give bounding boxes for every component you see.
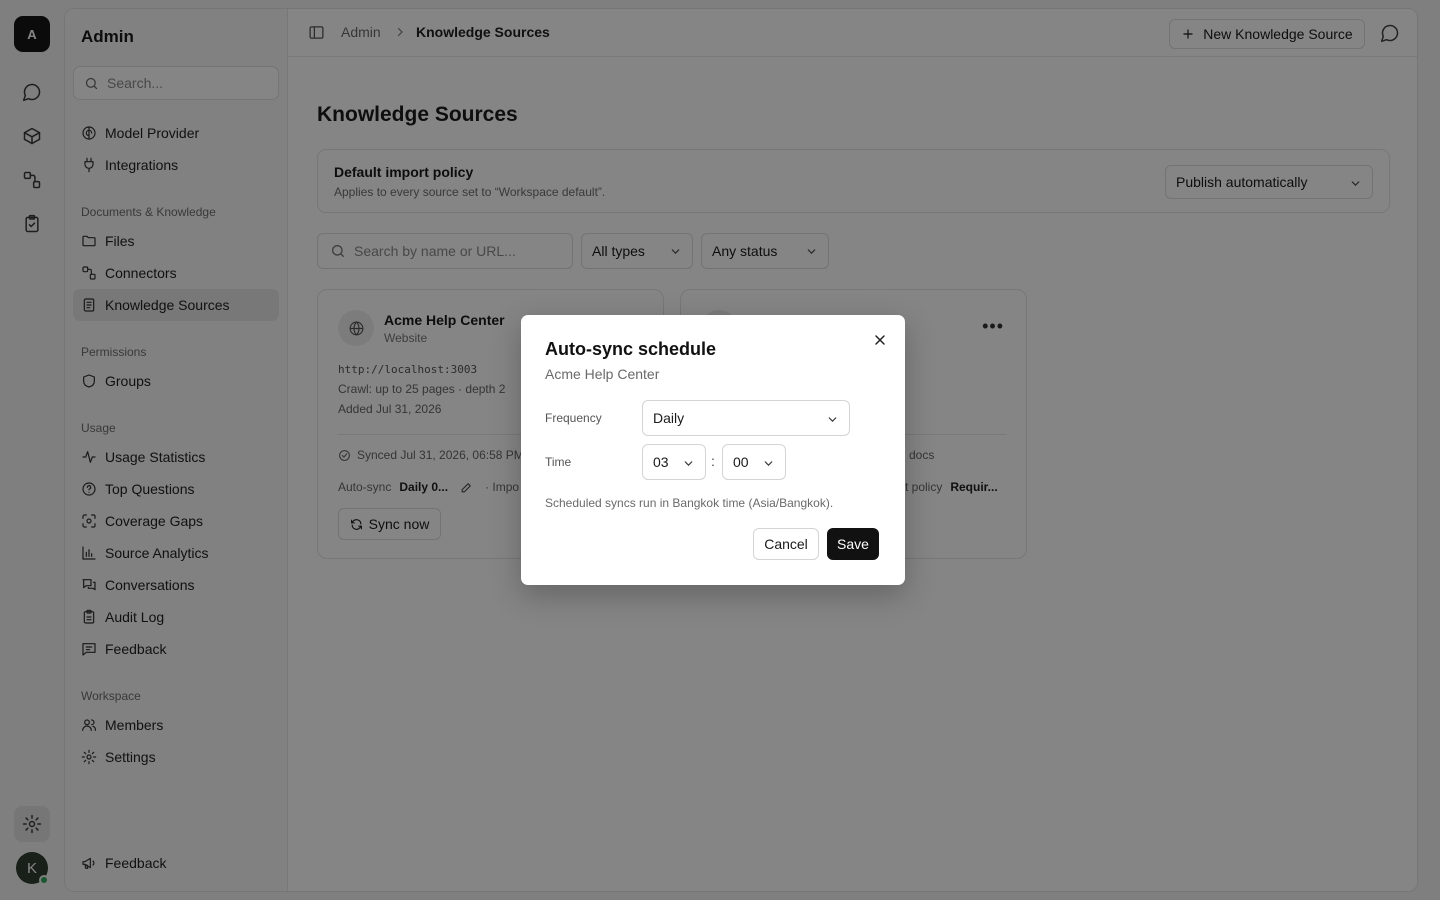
frequency-select[interactable]: Daily xyxy=(642,400,850,436)
cancel-button[interactable]: Cancel xyxy=(753,528,819,560)
save-button[interactable]: Save xyxy=(827,528,879,560)
dialog-title: Auto-sync schedule xyxy=(545,339,717,359)
chevron-down-icon xyxy=(682,457,695,470)
chevron-down-icon xyxy=(826,413,839,426)
chevron-down-icon xyxy=(762,457,775,470)
minute-value: 00 xyxy=(733,454,749,470)
frequency-label: Frequency xyxy=(545,411,602,425)
hour-value: 03 xyxy=(653,454,669,470)
timezone-note: Scheduled syncs run in Bangkok time (Asi… xyxy=(545,496,834,510)
time-separator: : xyxy=(711,453,715,469)
auto-sync-schedule-dialog: Auto-sync schedule Acme Help Center Freq… xyxy=(521,315,905,585)
dialog-subtitle: Acme Help Center xyxy=(545,366,660,382)
time-label: Time xyxy=(545,455,572,469)
hour-select[interactable]: 03 xyxy=(642,444,706,480)
frequency-value: Daily xyxy=(653,410,685,426)
close-icon[interactable] xyxy=(872,332,888,348)
minute-select[interactable]: 00 xyxy=(722,444,786,480)
